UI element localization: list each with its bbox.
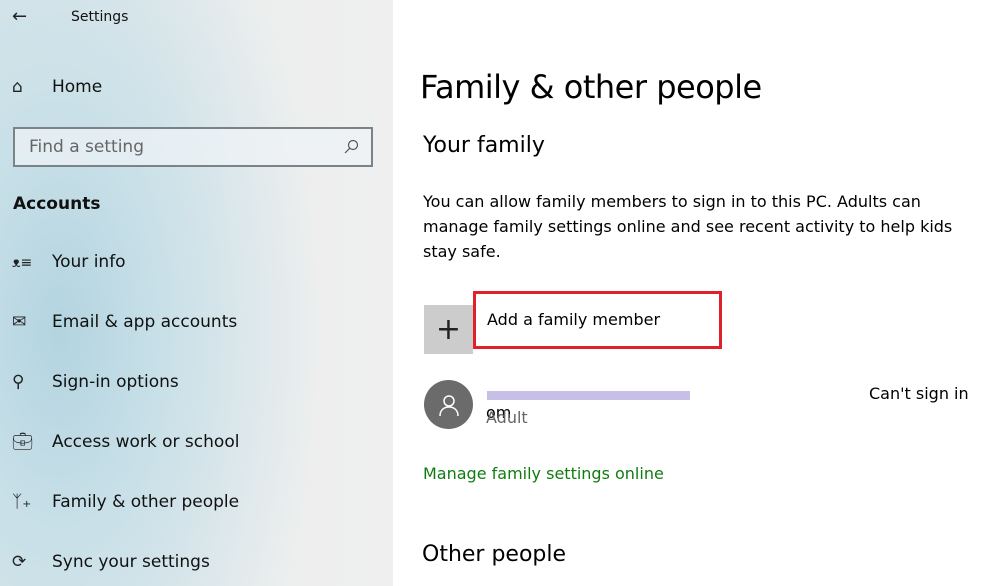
person-icon xyxy=(438,394,459,416)
avatar xyxy=(424,380,473,429)
other-people-heading: Other people xyxy=(422,542,567,567)
family-description: You can allow family members to sign in … xyxy=(423,192,953,261)
search-placeholder: Find a setting xyxy=(29,137,144,157)
your-family-heading: Your family xyxy=(423,133,545,158)
key-icon: ⚲ xyxy=(12,372,25,392)
sidebar-item-home[interactable]: ⌂ Home xyxy=(12,77,102,97)
sidebar-item-family[interactable]: ᛉ₊ Family & other people xyxy=(12,492,239,512)
add-member-label: Add a family member xyxy=(487,310,661,329)
person-list-icon: ᴥ≡ xyxy=(12,254,33,271)
member-status: Can't sign in xyxy=(869,384,969,403)
item-label: Sign-in options xyxy=(52,372,179,392)
sidebar: ← Settings ⌂ Home Find a setting Accounts… xyxy=(0,0,393,586)
mail-icon: ✉ xyxy=(12,312,27,332)
item-label: Sync your settings xyxy=(52,552,210,572)
home-icon: ⌂ xyxy=(12,77,23,97)
sync-icon: ⟳ xyxy=(12,552,27,572)
search-input[interactable]: Find a setting xyxy=(13,127,373,167)
manage-family-link[interactable]: Manage family settings online xyxy=(423,464,664,483)
plus-icon[interactable]: + xyxy=(424,305,473,354)
briefcase-icon: 💼︎ xyxy=(12,432,34,452)
home-label: Home xyxy=(52,77,103,97)
item-label: Family & other people xyxy=(52,492,240,512)
person-add-icon: ᛉ₊ xyxy=(12,492,32,512)
redaction-bar xyxy=(487,391,690,400)
sidebar-item-email[interactable]: ✉ Email & app accounts xyxy=(12,312,237,332)
member-role: Adult xyxy=(486,408,528,427)
page-title: Family & other people xyxy=(420,68,762,106)
back-arrow-icon[interactable]: ← xyxy=(12,6,27,27)
item-label: Email & app accounts xyxy=(52,312,238,332)
section-heading: Accounts xyxy=(13,194,101,214)
main-content: Family & other people Your family You ca… xyxy=(393,0,1006,586)
item-label: Your info xyxy=(52,252,126,272)
sidebar-item-your-info[interactable]: ᴥ≡ Your info xyxy=(12,252,126,272)
app-title: Settings xyxy=(71,9,129,25)
search-icon xyxy=(344,139,359,154)
add-family-member-button[interactable]: Add a family member xyxy=(473,291,722,349)
sidebar-item-sync[interactable]: ⟳ Sync your settings xyxy=(12,552,210,572)
sidebar-item-sign-in[interactable]: ⚲ Sign-in options xyxy=(12,372,179,392)
sidebar-item-work-school[interactable]: 💼︎ Access work or school xyxy=(12,432,239,452)
item-label: Access work or school xyxy=(52,432,240,452)
